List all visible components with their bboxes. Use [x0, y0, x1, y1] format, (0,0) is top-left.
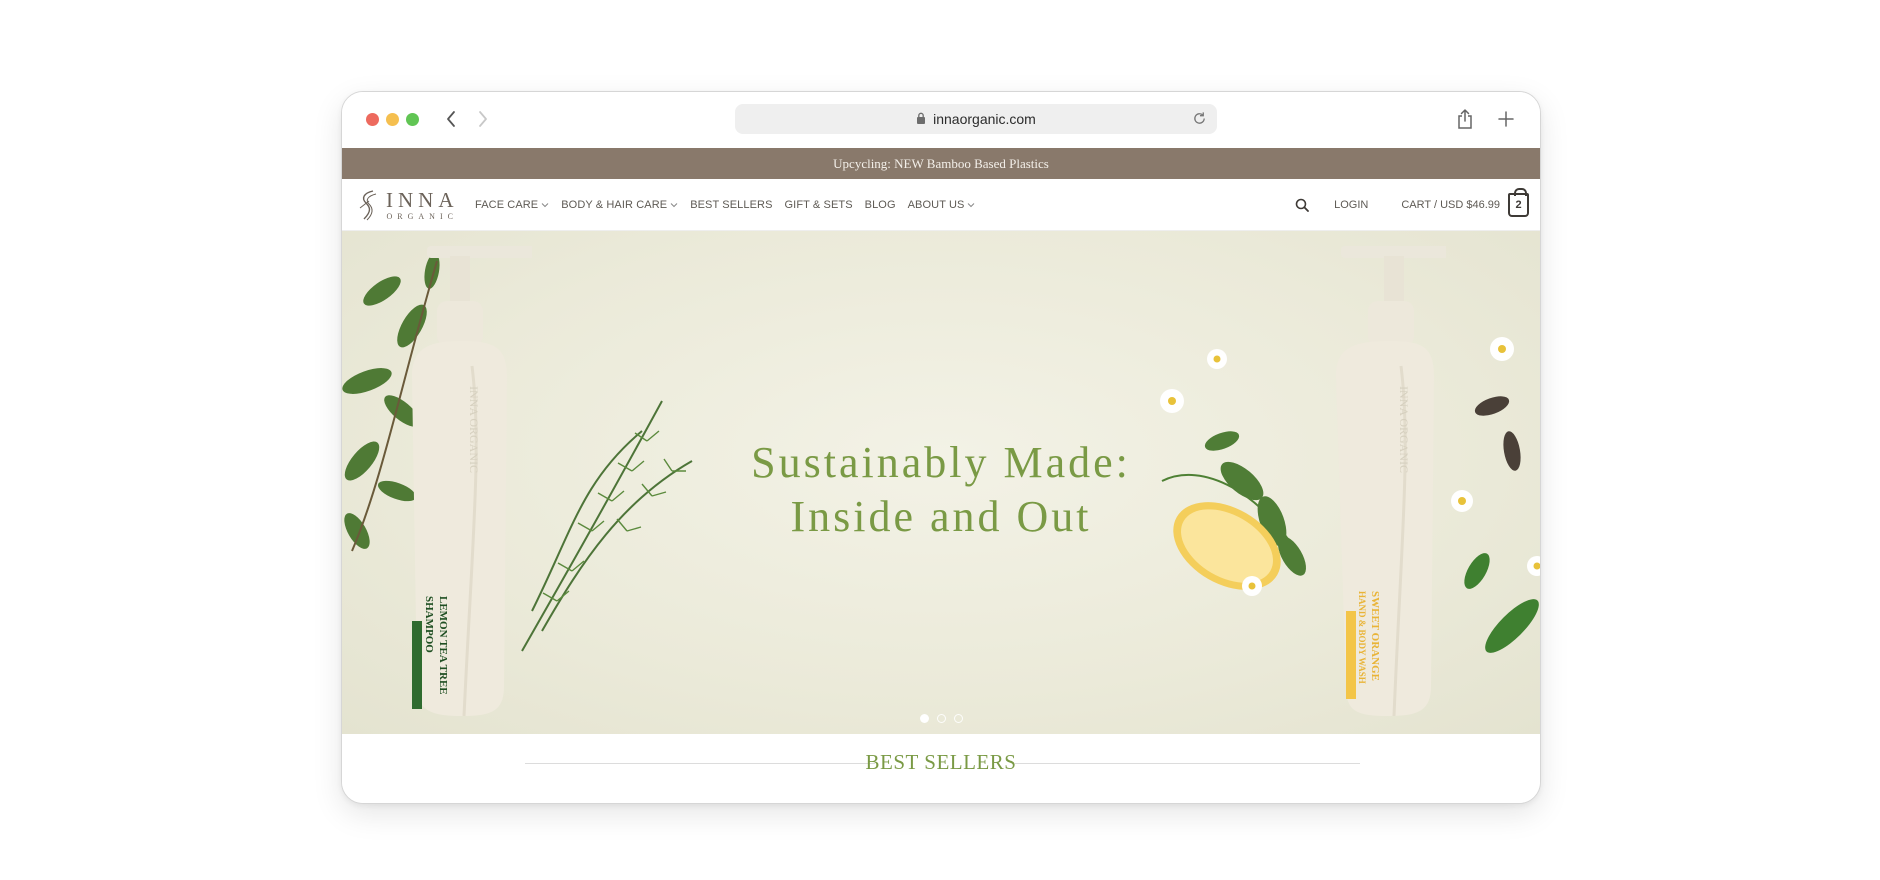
nav-label: GIFT & SETS	[784, 199, 853, 211]
cart-count-badge[interactable]: 2	[1508, 188, 1529, 217]
right-product-name: SWEET ORANGE	[1369, 591, 1381, 681]
logo-subtitle: ORGANIC	[386, 211, 458, 221]
slide-dot-1[interactable]	[919, 714, 929, 723]
zoom-window-button[interactable]	[406, 113, 419, 126]
browser-window: innaorganic.com Upcycling: NEW Bamboo Ba…	[341, 91, 1541, 804]
left-product-type: SHAMPOO	[423, 596, 435, 653]
browser-toolbar: innaorganic.com	[342, 92, 1540, 148]
chevron-down-icon	[541, 199, 549, 211]
logo-mark-icon	[359, 190, 377, 221]
minimize-window-button[interactable]	[386, 113, 399, 126]
main-nav: FACE CARE BODY & HAIR CARE BEST SELLERS …	[475, 179, 987, 231]
login-link[interactable]: LOGIN	[1334, 199, 1368, 211]
slider-dots	[342, 714, 1540, 723]
best-sellers-section: BEST SELLERS	[342, 734, 1540, 803]
nav-about-us[interactable]: ABOUT US	[908, 199, 976, 211]
forward-icon[interactable]	[472, 108, 494, 130]
nav-label: ABOUT US	[907, 199, 965, 211]
nav-label: BLOG	[864, 199, 896, 211]
hero-banner[interactable]: LEMON TEA TREE SHAMPOO INNA ORGANIC SWEE…	[342, 231, 1540, 734]
right-product-type: HAND & BODY WASH	[1357, 591, 1367, 684]
nav-blog[interactable]: BLOG	[865, 199, 896, 211]
slide-dot-3[interactable]	[953, 714, 963, 723]
logo[interactable]: INNA ORGANIC	[356, 188, 459, 222]
cart-link[interactable]: CART / USD $46.99	[1401, 199, 1500, 211]
reload-icon[interactable]	[1192, 111, 1207, 129]
logo-wordmark: INNA	[386, 187, 459, 212]
left-product-name: LEMON TEA TREE	[437, 596, 449, 695]
share-icon[interactable]	[1456, 108, 1474, 135]
new-tab-icon[interactable]	[1497, 108, 1515, 135]
close-window-button[interactable]	[366, 113, 379, 126]
nav-best-sellers[interactable]: BEST SELLERS	[690, 199, 772, 211]
hero-headline-line2: Inside and Out	[790, 492, 1092, 541]
slide-dot-2[interactable]	[936, 714, 946, 723]
nav-label: BODY & HAIR CARE	[561, 199, 668, 211]
lock-icon	[916, 111, 926, 127]
nav-body-hair-care[interactable]: BODY & HAIR CARE	[561, 199, 678, 211]
url-text: innaorganic.com	[933, 111, 1036, 127]
site-header: INNA ORGANIC FACE CARE BODY & HAIR CARE …	[342, 179, 1540, 231]
nav-label: BEST SELLERS	[690, 199, 773, 211]
address-bar[interactable]: innaorganic.com	[735, 104, 1217, 134]
chevron-down-icon	[967, 199, 975, 211]
announcement-bar: Upcycling: NEW Bamboo Based Plastics	[342, 148, 1540, 179]
nav-gift-sets[interactable]: GIFT & SETS	[785, 199, 853, 211]
search-icon[interactable]	[1295, 198, 1310, 212]
back-icon[interactable]	[440, 108, 462, 130]
chevron-down-icon	[670, 199, 678, 211]
announcement-text: Upcycling: NEW Bamboo Based Plastics	[833, 155, 1049, 171]
hero-headline-line1: Sustainably Made:	[751, 438, 1131, 487]
nav-face-care[interactable]: FACE CARE	[475, 199, 549, 211]
section-title: BEST SELLERS	[865, 750, 1017, 774]
header-actions: LOGIN CART / USD $46.99 2	[1295, 179, 1529, 231]
nav-label: FACE CARE	[475, 199, 539, 211]
